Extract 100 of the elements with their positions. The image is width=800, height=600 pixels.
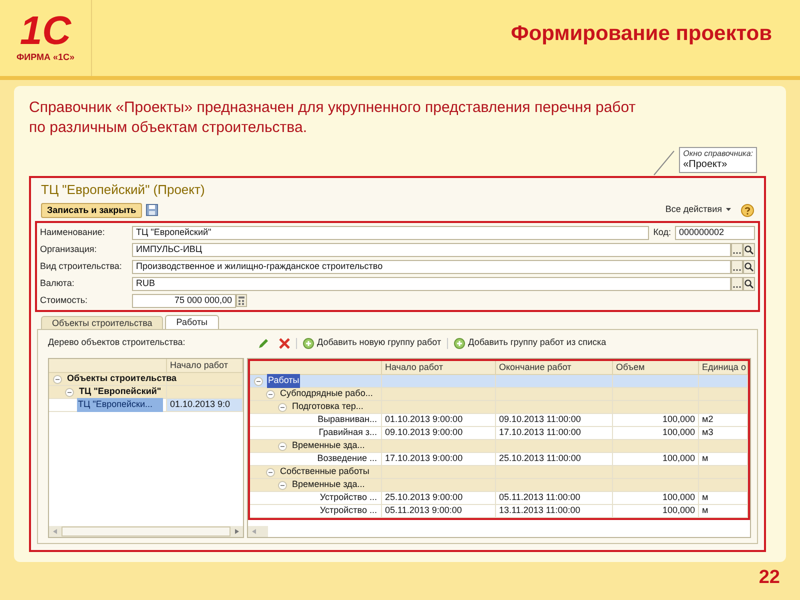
save-and-close-button[interactable]: Записать и закрыть [41,202,142,218]
select-field[interactable]: Производственное и жилищно-гражданское строительство [132,260,731,274]
table-cell: 09.10.2013 9:00:00 [382,427,496,439]
table-row[interactable]: Временные зда... [250,440,748,453]
collapse-icon[interactable] [65,388,74,396]
page-number: 22 [758,566,780,590]
node-label: Субподрядные рабо... [279,387,374,400]
table-row[interactable]: Собственные работы [250,466,748,479]
field-label: Валюта: [40,276,76,290]
collapse-icon[interactable] [53,374,62,384]
table-cell: м3 [699,427,748,439]
table-cell: 05.11.2013 9:00:00 [382,505,496,517]
node-label: Возведение ... [316,452,378,466]
node-label: Гравийная з... [318,426,378,440]
search-icon[interactable] [743,242,755,256]
logo-caption: ФИРМА «1С» [16,51,75,64]
callout-text: «Проект» [683,159,728,171]
tree-label: Дерево объектов строительства: [48,336,186,350]
help-icon[interactable] [741,204,754,216]
table-cell: 09.10.2013 11:00:00 [496,414,613,426]
node-label: Собственные работы [279,465,370,478]
add-group-button[interactable]: Добавить группу работ из списка [454,336,606,350]
add-group-button[interactable]: Добавить новую группу работ [303,336,442,350]
table-cell: м2 [699,414,748,426]
node-label: Выравниван... [316,413,378,426]
table-row[interactable]: ТЦ "Европейски... 01.10.2013 9:0 [49,399,243,412]
delete-icon[interactable] [279,338,290,348]
table-row[interactable]: ТЦ "Европейский" [49,386,243,399]
table-cell: 01.10.2013 9:0 [167,399,243,411]
field-label: Вид строительства: [40,260,123,273]
select-field[interactable]: ИМПУЛЬС-ИВЦ [132,242,731,256]
table-cell: 100,000 [613,453,699,465]
table-cell: 01.10.2013 9:00:00 [382,414,496,426]
table-row[interactable]: Работы [250,375,748,388]
column-header: Окончание работ [496,361,613,374]
leader-line [653,150,675,176]
table-cell: 25.10.2013 11:00:00 [496,453,613,465]
plus-icon [303,338,314,348]
field-label: Стоимость: [40,294,89,307]
node-label: Работы [267,374,300,388]
node-label: Временные зда... [291,439,366,452]
slide-title: Формирование проектов [510,21,772,47]
number-field[interactable]: 75 000 000,00 [132,294,236,308]
code-field[interactable]: 000000002 [675,226,755,240]
table-row[interactable]: Подготовка тер... [250,401,748,414]
table-cell: 100,000 [613,505,699,517]
table-row[interactable]: Временные зда... [250,479,748,492]
table-row[interactable]: Субподрядные рабо... [250,388,748,401]
node-label: ТЦ "Европейски... [77,398,163,412]
calculator-icon[interactable] [236,294,247,307]
save-icon[interactable] [146,204,158,216]
collapse-icon[interactable] [254,376,263,386]
node-label: Устройство ... [318,491,378,504]
column-header: Начало работ [382,361,496,374]
field-label: Код: [652,226,672,239]
table-row[interactable]: Гравийная з... 09.10.2013 9:00:00 17.10.2013 11:00:00 100,000 м3 [250,427,748,440]
table-row[interactable]: Возведение ... 17.10.2013 9:00:00 25.10.2013 11:00:00 100,000 м [250,453,748,466]
collapse-icon[interactable] [278,480,287,490]
table-cell: 25.10.2013 9:00:00 [382,492,496,504]
node-label: Объекты строительства [66,372,178,386]
description-text: Справочник «Проекты» предназначен для укрупненного представления перечня работ по различным объектам строительства. [29,98,637,138]
all-actions-menu[interactable]: Все действия [665,203,722,217]
search-icon[interactable] [743,276,755,290]
collapse-icon[interactable] [266,468,275,476]
collapse-icon[interactable] [278,402,287,412]
tab[interactable]: Работы [165,315,219,329]
caret-icon [726,208,731,212]
table-cell: 17.10.2013 9:00:00 [382,453,496,465]
collapse-icon[interactable] [266,390,275,398]
table-cell: 100,000 [613,492,699,504]
table-cell: 13.11.2013 11:00:00 [496,505,613,517]
pencil-icon[interactable] [258,338,269,348]
text-field[interactable]: ТЦ "Европейский" [132,226,650,240]
scrollbar-drawing [248,526,268,537]
table-row[interactable]: Объекты строительства [49,373,243,386]
node-label: Устройство ... [318,504,378,518]
table-cell: м [699,505,748,517]
field-label: Наименование: [40,226,106,239]
table-cell: м [699,453,748,465]
table-cell: м [699,492,748,504]
collapse-icon[interactable] [278,442,287,450]
search-icon[interactable] [743,260,755,274]
table-row[interactable]: Устройство ... 25.10.2013 9:00:00 05.11.2013 11:00:00 100,000 м [250,492,748,505]
table-cell: 17.10.2013 11:00:00 [496,427,613,439]
column-header: Начало работ [167,359,243,372]
field-label: Организация: [40,242,98,256]
node-label: ТЦ "Европейский" [78,385,162,398]
table-cell: 05.11.2013 11:00:00 [496,492,613,504]
table-cell: 100,000 [613,414,699,426]
plus-icon [454,338,466,348]
logo-mark: 1С [20,11,72,52]
table-cell: 100,000 [613,427,699,439]
callout-caption: Окно справочника: [683,149,753,159]
table-row[interactable]: Выравниван... 01.10.2013 9:00:00 09.10.2013 11:00:00 100,000 м2 [250,414,748,427]
table-row[interactable]: Устройство ... 05.11.2013 9:00:00 13.11.2013 11:00:00 100,000 м [250,505,748,518]
tab[interactable]: Объекты строительства [41,316,164,329]
column-header: Объем [613,361,699,374]
select-field[interactable]: RUB [132,276,731,290]
column-header: Единица о [699,361,748,374]
form-title: ТЦ "Европейский" (Проект) [40,181,206,199]
